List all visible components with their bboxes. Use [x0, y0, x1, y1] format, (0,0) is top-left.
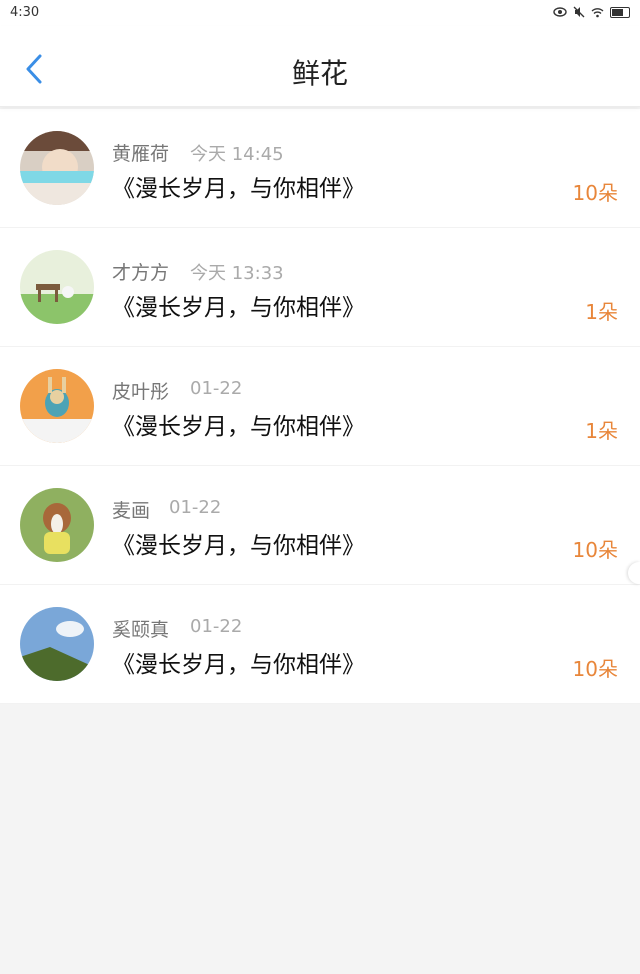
message-text: 《漫长岁月，与你相伴》: [112, 652, 365, 678]
status-time: 4:30: [10, 5, 40, 20]
send-time: 01-22: [190, 378, 243, 399]
avatar[interactable]: [20, 488, 94, 562]
avatar[interactable]: [20, 131, 94, 205]
sender-name: 皮叶彤: [112, 381, 170, 403]
page-title: 鲜花: [291, 57, 348, 90]
wifi-icon: [591, 7, 604, 17]
flower-count: 1朵: [585, 419, 618, 443]
message-text: 《漫长岁月，与你相伴》: [112, 176, 365, 202]
send-time: 今天 13:33: [190, 263, 284, 284]
send-time: 01-22: [190, 616, 243, 637]
mute-icon: [573, 6, 585, 18]
flower-count: 10朵: [572, 181, 618, 205]
sender-name: 奚颐真: [112, 619, 170, 641]
avatar[interactable]: [20, 250, 94, 324]
nav-bar: 鲜花: [0, 26, 640, 107]
sender-name: 黄雁荷: [112, 143, 170, 165]
sender-name: 麦画: [112, 500, 151, 522]
message-text: 《漫长岁月，与你相伴》: [112, 533, 365, 559]
battery-icon: [610, 6, 630, 18]
message-text: 《漫长岁月，与你相伴》: [112, 414, 365, 440]
status-icons: [553, 6, 630, 18]
flower-count: 10朵: [572, 538, 618, 562]
avatar[interactable]: [20, 369, 94, 443]
send-time: 01-22: [169, 497, 222, 518]
flower-list: 黄雁荷 今天 14:45 《漫长岁月，与你相伴》 10朵 才方方 今天 13:3…: [0, 109, 640, 704]
sender-name: 才方方: [112, 262, 170, 284]
list-item[interactable]: 皮叶彤 01-22 《漫长岁月，与你相伴》 1朵: [0, 347, 640, 466]
status-bar: 4:30: [0, 0, 640, 26]
list-item[interactable]: 黄雁荷 今天 14:45 《漫长岁月，与你相伴》 10朵: [0, 109, 640, 228]
eye-icon: [553, 7, 567, 17]
avatar[interactable]: [20, 607, 94, 681]
flower-count: 10朵: [572, 657, 618, 681]
list-item[interactable]: 奚颐真 01-22 《漫长岁月，与你相伴》 10朵: [0, 585, 640, 704]
list-item[interactable]: 才方方 今天 13:33 《漫长岁月，与你相伴》 1朵: [0, 228, 640, 347]
flower-count: 1朵: [585, 300, 618, 324]
send-time: 今天 14:45: [190, 144, 284, 165]
message-text: 《漫长岁月，与你相伴》: [112, 295, 365, 321]
list-item[interactable]: 麦画 01-22 《漫长岁月，与你相伴》 10朵: [0, 466, 640, 585]
